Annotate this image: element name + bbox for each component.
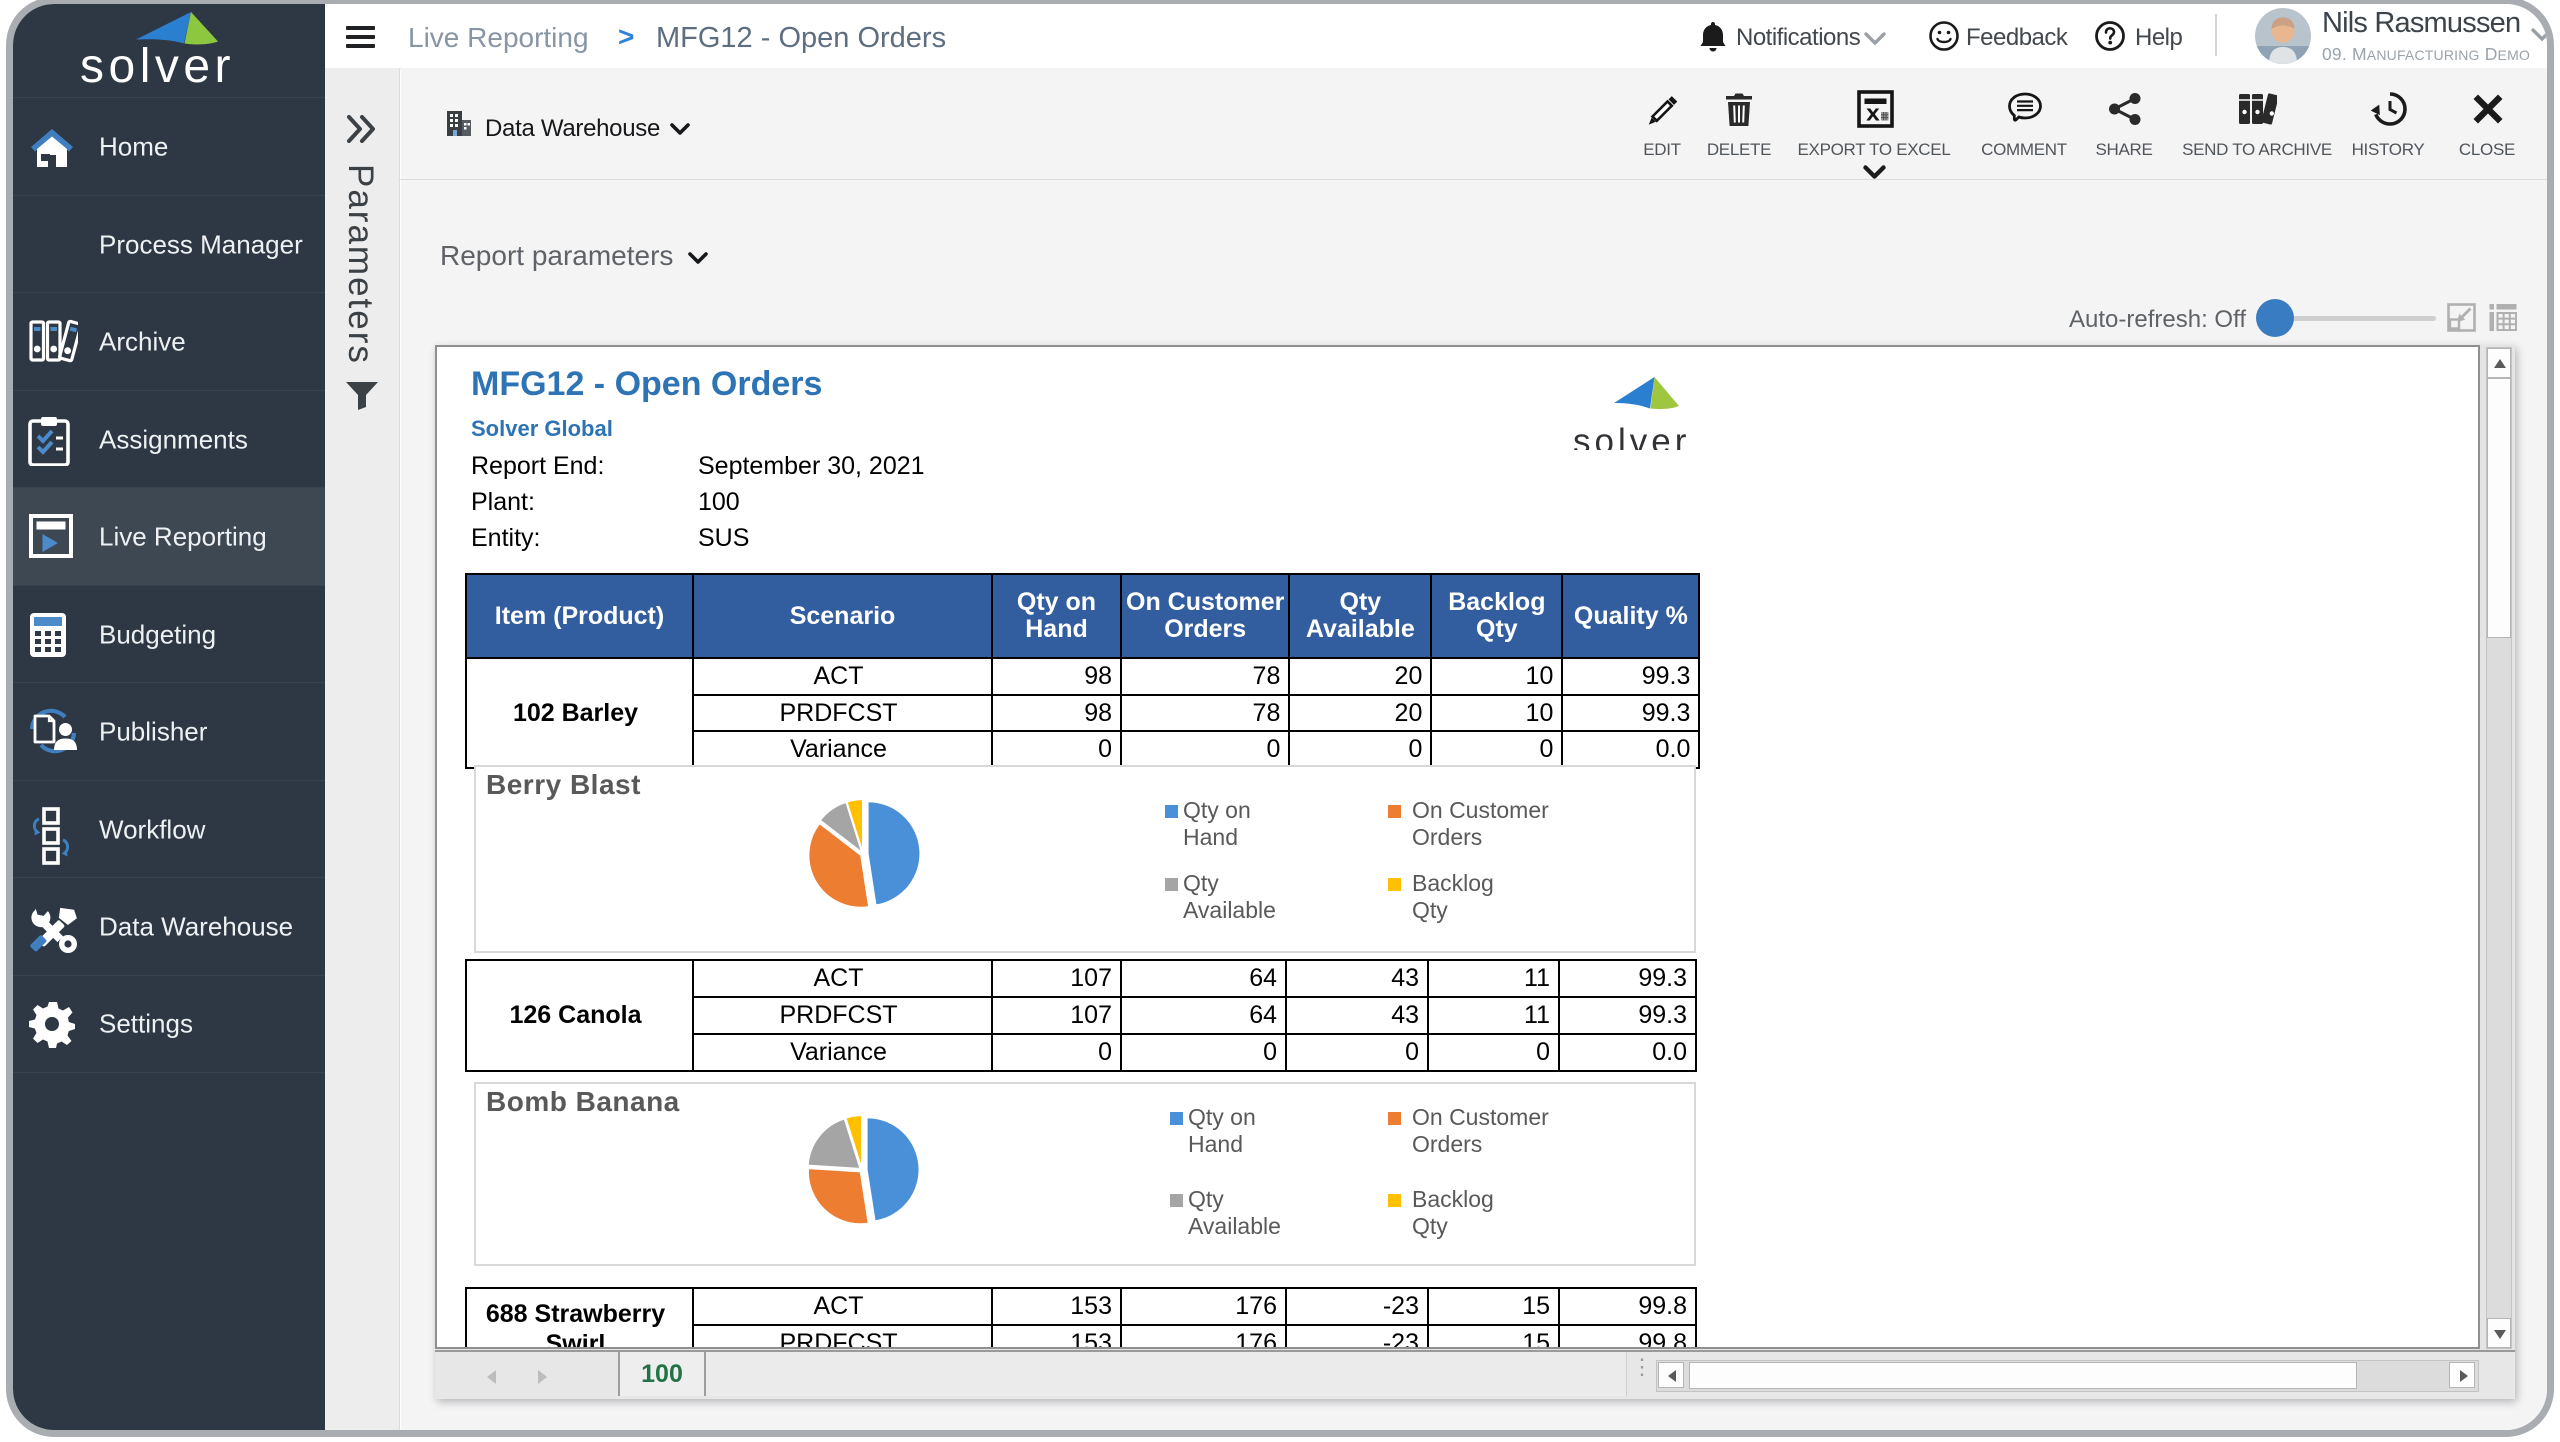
svg-text:solver: solver xyxy=(1573,422,1690,450)
